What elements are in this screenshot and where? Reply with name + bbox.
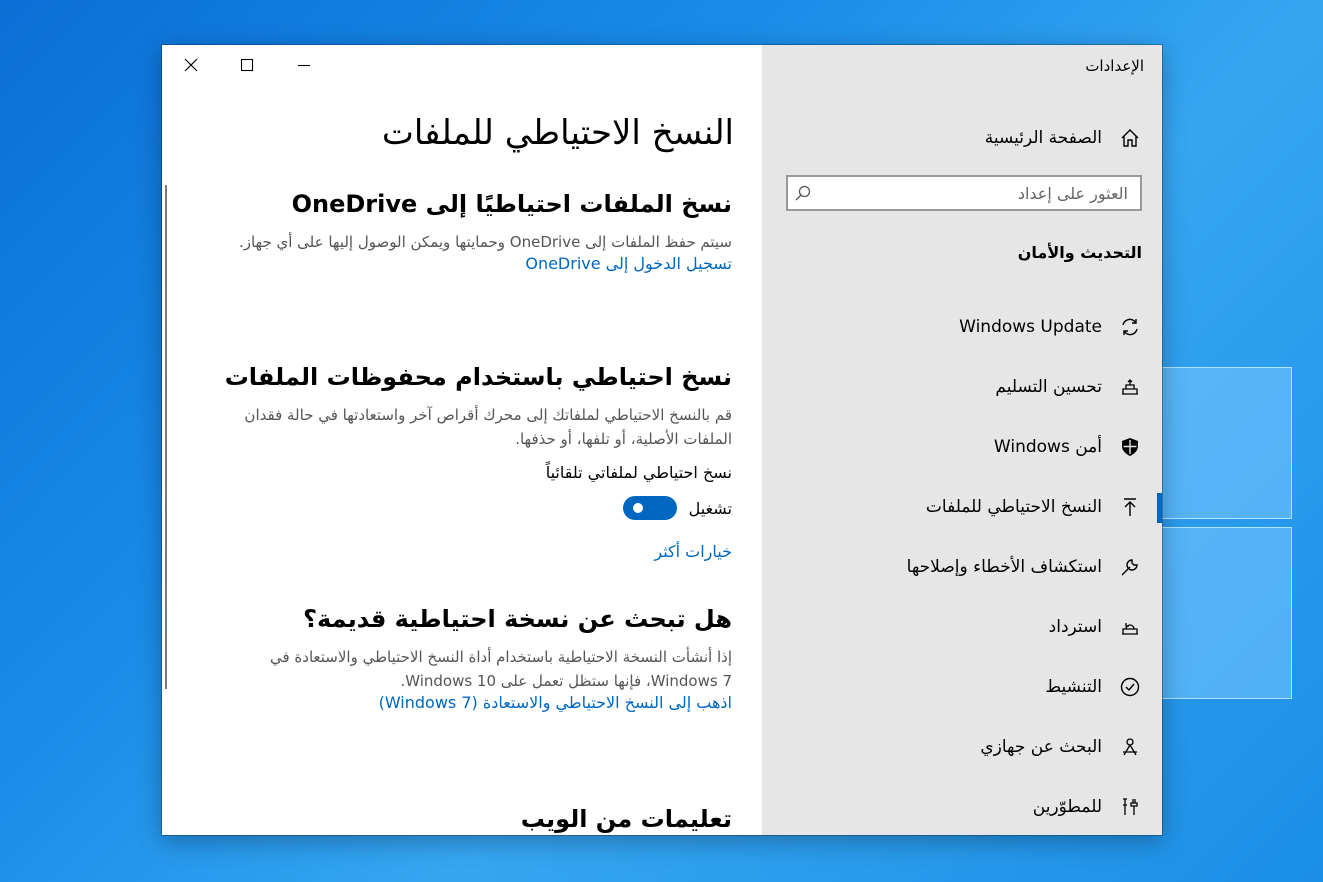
search-input[interactable] bbox=[818, 183, 1140, 203]
home-label: الصفحة الرئيسية bbox=[984, 128, 1102, 148]
older-backup-description: إذا أنشأت النسخة الاحتياطية باستخدام أدا… bbox=[269, 648, 732, 690]
settings-window: النسخ الاحتياطي للملفات نسخ الملفات احتي… bbox=[162, 45, 1162, 835]
maximize-icon bbox=[241, 58, 254, 71]
shield-icon bbox=[1120, 437, 1140, 457]
minimize-icon bbox=[298, 64, 310, 66]
check-circle-icon bbox=[1120, 677, 1140, 697]
desktop-windows-logo bbox=[1160, 345, 1295, 705]
nav-item-label: تحسين التسليم bbox=[995, 377, 1102, 397]
file-history-description: قم بالنسخ الاحتياطي لملفاتك إلى محرك أقر… bbox=[244, 406, 732, 448]
toggle-knob bbox=[632, 503, 643, 513]
close-button[interactable] bbox=[162, 45, 219, 85]
older-backup-section: هل تبحث عن نسخة احتياطية قديمة؟ إذا أنشأ… bbox=[212, 605, 732, 712]
nav-item-recovery[interactable]: استرداد bbox=[762, 597, 1162, 657]
toggle-state-label: تشغيل bbox=[688, 498, 732, 518]
nav-item-label: استكشاف الأخطاء وإصلاحها bbox=[906, 557, 1102, 577]
auto-backup-label: نسخ احتياطي لملفاتي تلقائياً bbox=[545, 463, 732, 482]
nav-item-windows-update[interactable]: Windows Update bbox=[762, 297, 1162, 357]
auto-backup-toggle[interactable] bbox=[622, 496, 677, 520]
nav-item-backup[interactable]: النسخ الاحتياطي للملفات bbox=[762, 477, 1162, 537]
recovery-icon bbox=[1120, 617, 1140, 637]
backup-restore-win7-link[interactable]: اذهب إلى النسخ الاحتياطي والاستعادة (Win… bbox=[212, 693, 732, 712]
nav-list: Windows Update تحسين التسليم أمن Windows bbox=[762, 297, 1162, 835]
upload-arrow-icon bbox=[1120, 497, 1140, 517]
nav-item-label: Windows Update bbox=[959, 317, 1102, 337]
nav-item-label: استرداد bbox=[1048, 617, 1102, 637]
refresh-icon bbox=[1120, 317, 1140, 337]
caption-buttons bbox=[162, 45, 342, 85]
section-heading: التحديث والأمان bbox=[1017, 243, 1142, 262]
page-title: النسخ الاحتياطي للملفات bbox=[381, 113, 734, 153]
file-history-section: نسخ احتياطي باستخدام محفوظات الملفات قم … bbox=[212, 363, 732, 561]
onedrive-heading: نسخ الملفات احتياطيًا إلى OneDrive bbox=[291, 190, 732, 218]
find-device-icon bbox=[1120, 737, 1140, 757]
selection-indicator bbox=[1157, 493, 1162, 523]
minimize-button[interactable] bbox=[276, 45, 333, 85]
nav-item-troubleshoot[interactable]: استكشاف الأخطاء وإصلاحها bbox=[762, 537, 1162, 597]
search-icon bbox=[788, 185, 818, 201]
onedrive-signin-link[interactable]: تسجيل الدخول إلى OneDrive bbox=[212, 254, 732, 273]
nav-item-label: للمطوّرين bbox=[1032, 797, 1102, 817]
web-help-heading: تعليمات من الويب bbox=[520, 805, 732, 833]
home-nav-item[interactable]: الصفحة الرئيسية bbox=[762, 120, 1162, 156]
nav-item-find-my-device[interactable]: البحث عن جهازي bbox=[762, 717, 1162, 777]
nav-item-developers[interactable]: للمطوّرين bbox=[762, 777, 1162, 835]
home-icon bbox=[1120, 128, 1140, 148]
nav-item-windows-security[interactable]: أمن Windows bbox=[762, 417, 1162, 477]
auto-backup-toggle-row: تشغيل bbox=[212, 496, 732, 520]
nav-item-delivery-optimization[interactable]: تحسين التسليم bbox=[762, 357, 1162, 417]
maximize-button[interactable] bbox=[219, 45, 276, 85]
content-scrollbar[interactable] bbox=[165, 185, 167, 689]
close-icon bbox=[184, 58, 197, 72]
nav-item-label: البحث عن جهازي bbox=[980, 737, 1102, 757]
delivery-icon bbox=[1120, 377, 1140, 397]
developer-tools-icon bbox=[1120, 797, 1140, 817]
settings-search-box[interactable] bbox=[786, 175, 1142, 211]
file-history-heading: نسخ احتياطي باستخدام محفوظات الملفات bbox=[224, 363, 732, 391]
web-help-section: تعليمات من الويب bbox=[212, 805, 732, 833]
navigation-pane: الإعدادات الصفحة الرئيسية التحديث والأما… bbox=[762, 45, 1162, 835]
content-pane: النسخ الاحتياطي للملفات نسخ الملفات احتي… bbox=[162, 45, 762, 835]
nav-item-label: أمن Windows bbox=[993, 437, 1102, 457]
nav-item-label: التنشيط bbox=[1045, 677, 1102, 697]
wrench-icon bbox=[1120, 557, 1140, 577]
more-options-link[interactable]: خيارات أكثر bbox=[212, 542, 732, 561]
onedrive-description: سيتم حفظ الملفات إلى OneDrive وحمايتها و… bbox=[238, 233, 732, 251]
nav-item-label: النسخ الاحتياطي للملفات bbox=[925, 497, 1102, 517]
onedrive-section: نسخ الملفات احتياطيًا إلى OneDrive سيتم … bbox=[212, 190, 732, 273]
app-title: الإعدادات bbox=[1085, 57, 1144, 75]
nav-item-activation[interactable]: التنشيط bbox=[762, 657, 1162, 717]
older-backup-heading: هل تبحث عن نسخة احتياطية قديمة؟ bbox=[303, 605, 732, 633]
